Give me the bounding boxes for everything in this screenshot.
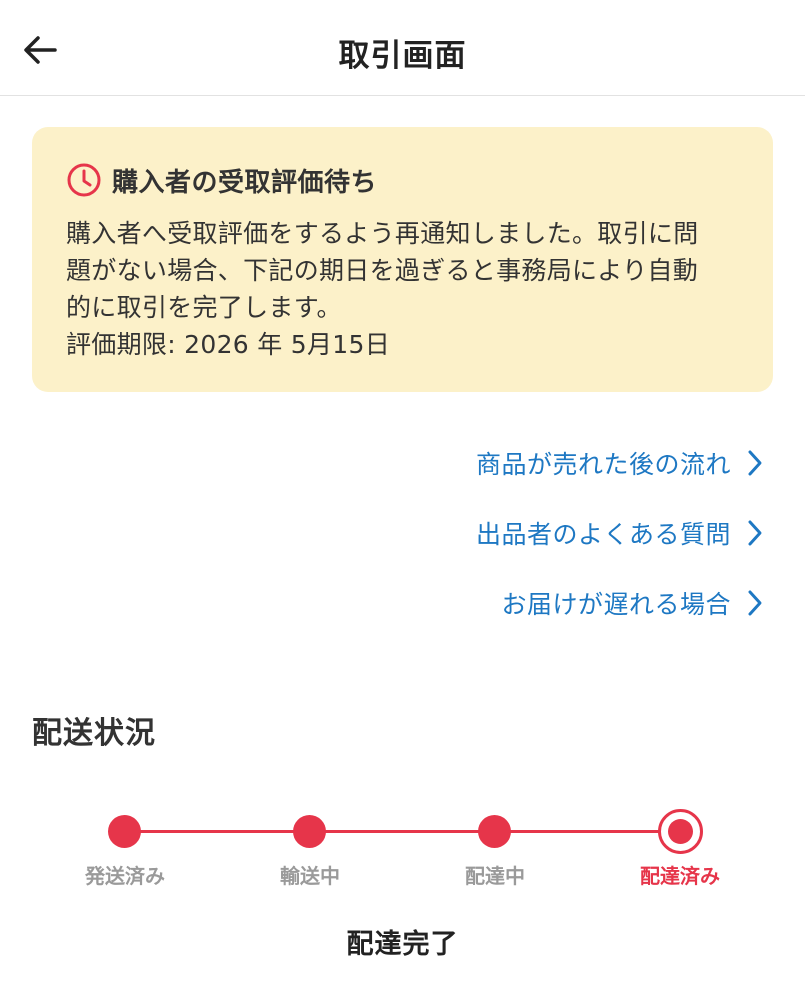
link-label: 商品が売れた後の流れ <box>475 450 731 479</box>
step-label-out-for-delivery: 配達中 <box>465 864 525 888</box>
help-links: 商品が売れた後の流れ 出品者のよくある質問 お届けが遅れる場合 <box>265 438 765 648</box>
step-dot-shipped <box>108 815 141 848</box>
delivery-status-text: 配達完了 <box>346 929 459 960</box>
shipping-section-title: 配送状況 <box>32 716 156 751</box>
step-dot-out-for-delivery <box>478 815 511 848</box>
link-delivery-delay[interactable]: お届けが遅れる場合 <box>265 578 765 628</box>
status-notice: 購入者の受取評価待ち 購入者へ受取評価をするよう再通知しました。取引に問 題がな… <box>32 127 773 392</box>
shipping-progress-tracker: 発送済み 輸送中 配達中 配達済み <box>0 800 805 900</box>
step-label-shipped: 発送済み <box>85 864 165 888</box>
notice-header: 購入者の受取評価待ち <box>66 157 739 203</box>
step-label-delivered: 配達済み <box>640 864 720 888</box>
current-step-indicator <box>668 819 693 844</box>
page-title: 取引画面 <box>338 38 467 74</box>
chevron-right-icon <box>748 450 762 476</box>
step-dot-in-transit <box>293 815 326 848</box>
notice-body: 購入者へ受取評価をするよう再通知しました。取引に問 題がない場合、下記の期日を過… <box>66 219 699 322</box>
link-label: お届けが遅れる場合 <box>501 590 731 619</box>
step-dot-delivered-current <box>658 809 703 854</box>
link-seller-faq[interactable]: 出品者のよくある質問 <box>265 508 765 558</box>
clock-icon <box>67 163 101 197</box>
notice-title: 購入者の受取評価待ち <box>112 167 378 198</box>
evaluation-deadline: 評価期限: 2026 年 5月15日 <box>66 330 391 359</box>
app-header: 取引画面 <box>0 0 805 96</box>
step-label-in-transit: 輸送中 <box>280 864 340 888</box>
link-label: 出品者のよくある質問 <box>475 520 731 549</box>
progress-line <box>124 830 680 833</box>
chevron-right-icon <box>748 590 762 616</box>
link-flow-after-sale[interactable]: 商品が売れた後の流れ <box>265 438 765 488</box>
chevron-right-icon <box>748 520 762 546</box>
